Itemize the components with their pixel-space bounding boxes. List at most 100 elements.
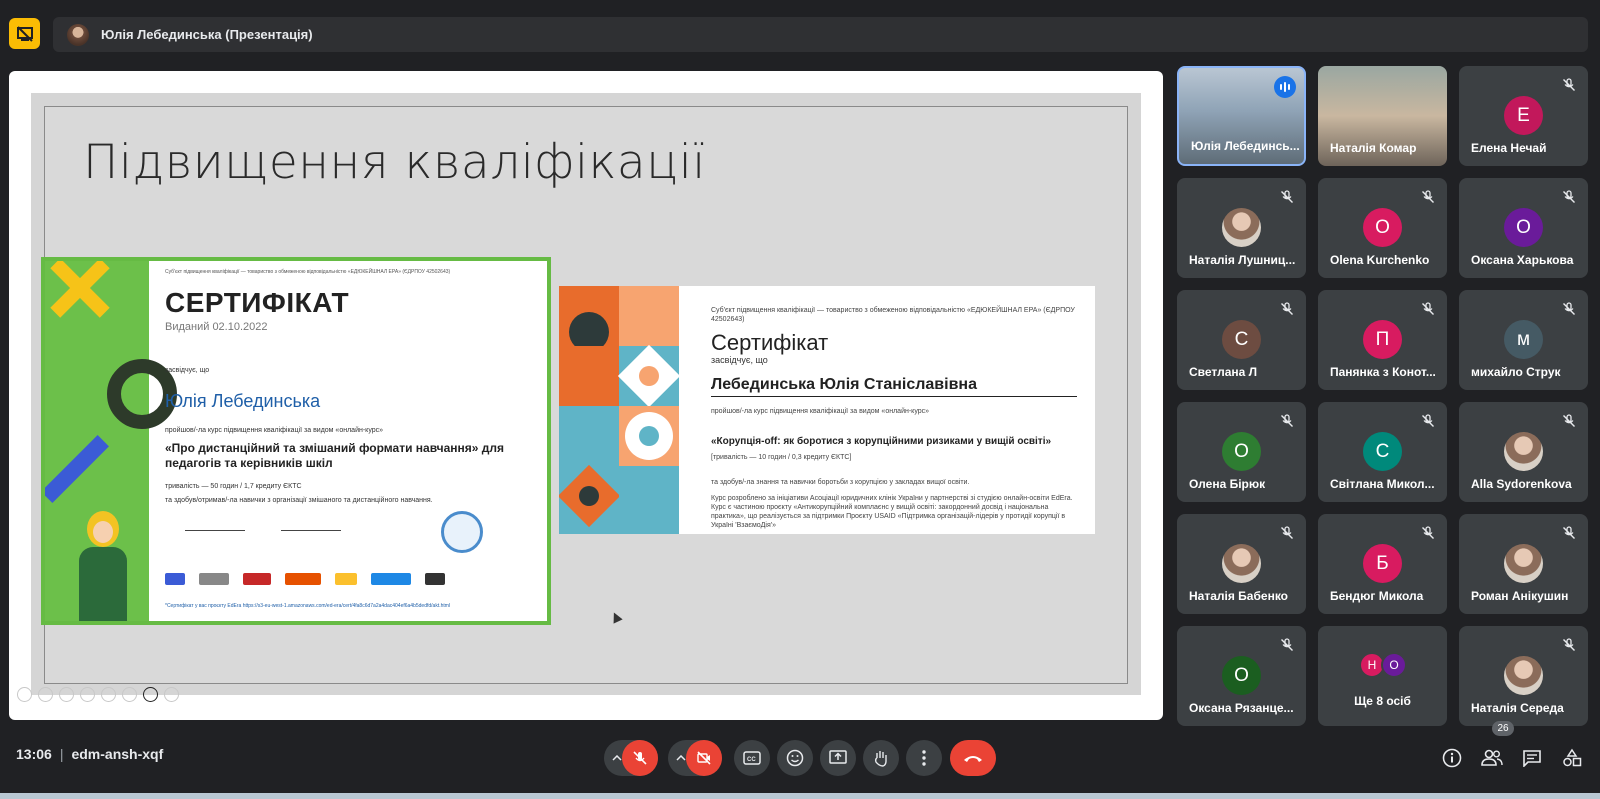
cert1-issued: Виданий 02.10.2022 bbox=[165, 321, 268, 333]
participant-name: Роман Анікушин bbox=[1471, 589, 1569, 603]
participant-tile[interactable]: О Оксана Рязанце... bbox=[1177, 626, 1306, 726]
participant-tile[interactable]: Юлія Лебединсь... bbox=[1177, 66, 1306, 166]
participant-name: Олена Бірюк bbox=[1189, 477, 1266, 491]
mic-off-button[interactable] bbox=[622, 740, 658, 776]
cert1-name: Юлія Лебединська bbox=[165, 391, 321, 411]
avatar bbox=[1504, 656, 1543, 695]
seal-icon bbox=[441, 511, 483, 553]
activities-icon[interactable] bbox=[1560, 746, 1584, 770]
cert2-title: Сертифікат bbox=[711, 330, 829, 355]
cert2-passed: пройшов/-ла курс підвищення кваліфікації… bbox=[711, 408, 930, 415]
participant-tile[interactable]: Е Елена Нечай bbox=[1459, 66, 1588, 166]
avatar bbox=[1222, 544, 1261, 583]
participant-name: Наталія Середа bbox=[1471, 701, 1564, 715]
end-call-button[interactable] bbox=[950, 740, 996, 776]
captions-button[interactable]: CC bbox=[734, 740, 770, 776]
participant-name: Панянка з Конот... bbox=[1330, 365, 1436, 379]
avatar: О bbox=[1222, 656, 1261, 695]
cert2-skills: та здобув/-ла знання та навички боротьби… bbox=[711, 479, 970, 486]
participant-tile[interactable]: Наталія Бабенко bbox=[1177, 514, 1306, 614]
mic-muted-icon bbox=[1280, 526, 1294, 540]
participant-name: Світлана Микол... bbox=[1330, 477, 1435, 491]
cert1-skills: та здобув/отримав/-ла навички з організа… bbox=[165, 497, 433, 504]
cert2-certifies: засвідчує, що bbox=[711, 355, 768, 365]
people-icon[interactable] bbox=[1480, 746, 1504, 770]
participant-tile[interactable]: Н О Ще 8 осіб bbox=[1318, 626, 1447, 726]
prev-slide-icon[interactable] bbox=[17, 687, 32, 702]
pen-icon[interactable] bbox=[59, 687, 74, 702]
presenter-avatar bbox=[67, 23, 89, 46]
slides-grid-icon[interactable] bbox=[122, 687, 137, 702]
mic-muted-icon bbox=[1562, 414, 1576, 428]
chat-icon[interactable] bbox=[1520, 746, 1544, 770]
avatar: м bbox=[1504, 320, 1543, 359]
participant-name: Наталія Бабенко bbox=[1189, 589, 1288, 603]
avatar: Е bbox=[1504, 96, 1543, 135]
partner-logos bbox=[165, 573, 465, 587]
camera-icon[interactable] bbox=[143, 687, 158, 702]
participant-tile[interactable]: С Светлана Л bbox=[1177, 290, 1306, 390]
people-count-badge: 26 bbox=[1492, 721, 1514, 736]
copy-icon[interactable] bbox=[80, 687, 95, 702]
more-options-icon[interactable] bbox=[164, 687, 179, 702]
emoji-button[interactable] bbox=[777, 740, 813, 776]
participant-tile[interactable]: С Світлана Микол... bbox=[1318, 402, 1447, 502]
mic-muted-icon bbox=[1562, 190, 1576, 204]
zoom-icon[interactable] bbox=[101, 687, 116, 702]
participant-tile[interactable]: м михайло Струк bbox=[1459, 290, 1588, 390]
presenter-label: Юлія Лебединська (Презентація) bbox=[101, 27, 313, 42]
avatar: О bbox=[1504, 208, 1543, 247]
camera-off-button[interactable] bbox=[686, 740, 722, 776]
separator: | bbox=[59, 746, 64, 762]
meeting-code[interactable]: edm-ansh-xqf bbox=[71, 746, 163, 762]
avatar: O bbox=[1363, 208, 1402, 247]
participant-tile[interactable]: O Olena Kurchenko bbox=[1318, 178, 1447, 278]
meeting-info: 13:06 | edm-ansh-xqf bbox=[16, 746, 163, 762]
participant-name: Юлія Лебединсь... bbox=[1191, 139, 1300, 153]
cert2-decor bbox=[559, 286, 679, 534]
participant-tile[interactable]: Б Бендюг Микола bbox=[1318, 514, 1447, 614]
participant-tile[interactable]: П Панянка з Конот... bbox=[1318, 290, 1447, 390]
participant-name: Alla Sydorenkova bbox=[1471, 477, 1572, 491]
participant-name: Елена Нечай bbox=[1471, 141, 1547, 155]
participant-name: Наталія Лушниц... bbox=[1189, 253, 1296, 267]
cert1-course: «Про дистанційний та змішаний формати на… bbox=[165, 441, 505, 470]
cert1-footer-link: *Сертифікат у вас проєкту EdEra https://… bbox=[165, 603, 451, 609]
mic-muted-icon bbox=[1562, 638, 1576, 652]
participant-tile[interactable]: Роман Анікушин bbox=[1459, 514, 1588, 614]
avatar: О bbox=[1381, 652, 1407, 678]
raise-hand-button[interactable] bbox=[863, 740, 899, 776]
mic-muted-icon bbox=[1421, 190, 1435, 204]
clock-time: 13:06 bbox=[16, 746, 52, 762]
cert1-passed: пройшов/-ла курс підвищення кваліфікації… bbox=[165, 427, 384, 434]
cert2-header: Суб'єкт підвищення кваліфікації — товари… bbox=[711, 307, 1075, 323]
present-screen-button[interactable] bbox=[820, 740, 856, 776]
stop-presenting-icon[interactable] bbox=[9, 18, 40, 49]
more-participants-avatars: НО bbox=[1359, 652, 1407, 678]
participant-tile[interactable]: О Олена Бірюк bbox=[1177, 402, 1306, 502]
bottom-toolbar: 13:06 | edm-ansh-xqf CC 26 bbox=[0, 721, 1600, 788]
participant-tile[interactable]: Наталія Комар bbox=[1318, 66, 1447, 166]
slide-title: Підвищення кваліфікації bbox=[83, 135, 706, 190]
meeting-details-icon[interactable] bbox=[1440, 746, 1464, 770]
next-slide-icon[interactable] bbox=[38, 687, 53, 702]
participant-tile[interactable]: О Оксана Харькова bbox=[1459, 178, 1588, 278]
mic-muted-icon bbox=[1562, 302, 1576, 316]
camera-control bbox=[668, 740, 722, 776]
participant-tile[interactable]: Alla Sydorenkova bbox=[1459, 402, 1588, 502]
certificate-2: Суб'єкт підвищення кваліфікації — товари… bbox=[559, 286, 1095, 534]
avatar bbox=[1504, 432, 1543, 471]
avatar bbox=[1222, 208, 1261, 247]
avatar: Б bbox=[1363, 544, 1402, 583]
participant-tile[interactable]: Наталія Лушниц... bbox=[1177, 178, 1306, 278]
participant-name: Светлана Л bbox=[1189, 365, 1258, 379]
taskbar-edge bbox=[0, 793, 1600, 799]
participant-tile[interactable]: Наталія Середа bbox=[1459, 626, 1588, 726]
presentation-stage[interactable]: Підвищення кваліфікації Суб'єкт підвищен… bbox=[9, 71, 1163, 720]
participant-name: Бендюг Микола bbox=[1330, 589, 1424, 603]
cert2-course: «Корупція-off: як боротися з корупційним… bbox=[711, 436, 1052, 447]
mic-muted-icon bbox=[1421, 302, 1435, 316]
presenter-pill[interactable]: Юлія Лебединська (Презентація) bbox=[53, 17, 1588, 52]
signature-1 bbox=[185, 513, 245, 531]
more-options-button[interactable] bbox=[906, 740, 942, 776]
